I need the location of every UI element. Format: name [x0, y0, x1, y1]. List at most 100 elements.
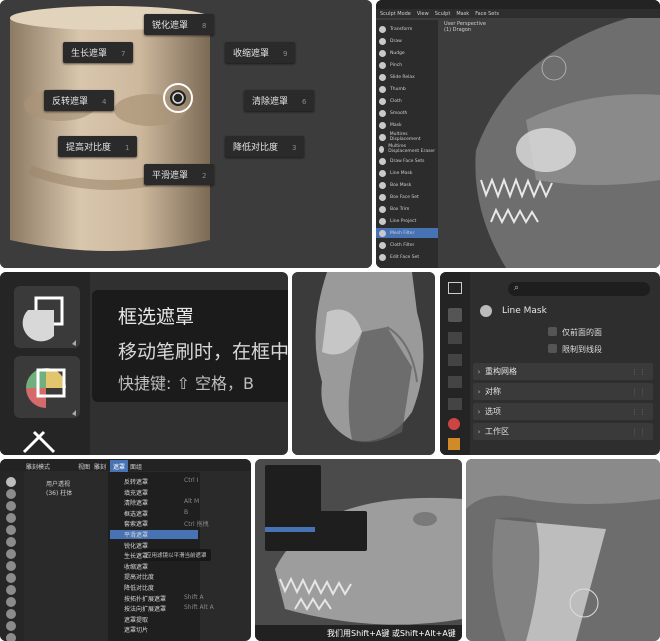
front-faces-only-checkbox[interactable] [548, 327, 557, 336]
mask-menu-item[interactable]: 遮罩提取 [124, 615, 198, 624]
tool-label: Edit Face Set [390, 254, 420, 260]
menu-mask[interactable]: Mask [456, 11, 469, 17]
tool-item[interactable]: Mesh Filter [376, 228, 438, 238]
world-tab-icon[interactable] [448, 418, 460, 430]
tool-item[interactable]: Edit Face Set [376, 252, 438, 262]
pie-item-smooth-mask[interactable]: 平滑遮罩 2 [144, 164, 215, 185]
mask-menu-item[interactable]: 清除遮罩 Alt M [124, 498, 199, 507]
pie-item-increase-contrast[interactable]: 提高对比度 1 [58, 136, 138, 157]
brush-icon[interactable] [6, 621, 16, 631]
mask-menu-item[interactable]: 遮罩切片 [124, 625, 198, 634]
pie-item-shrink-mask[interactable]: 收缩遮罩 9 [225, 42, 296, 63]
tool-item[interactable]: Slide Relax [376, 72, 438, 82]
brush-icon[interactable] [6, 585, 16, 595]
section-symmetry[interactable]: › 对称 ⋮⋮ [473, 383, 653, 400]
scene-tab-icon[interactable] [448, 398, 462, 410]
brush-icon[interactable] [6, 513, 16, 523]
tool-item[interactable]: Cloth [376, 96, 438, 106]
line-mask-icon [480, 305, 492, 317]
brush-icon[interactable] [6, 573, 16, 583]
editor-type-icon[interactable] [448, 282, 462, 294]
mask-menu-item[interactable]: 锐化遮罩 [124, 541, 198, 550]
mask-menu-item[interactable]: 提高对比度 [124, 572, 198, 581]
brush-icon [379, 85, 386, 93]
box-face-set-tool-button[interactable] [14, 356, 80, 418]
brush-icon[interactable] [6, 501, 16, 511]
brush-icon[interactable] [6, 489, 16, 499]
tool-item[interactable]: Box Mask [376, 180, 438, 190]
brush-icon[interactable] [6, 597, 16, 607]
mask-menu-item[interactable]: 套索遮罩 Ctrl 拖拽 [124, 519, 209, 528]
mask-menu-item[interactable]: 反转遮罩 Ctrl I [124, 477, 198, 486]
output-tab-icon[interactable] [448, 354, 462, 366]
section-workspace[interactable]: › 工作区 ⋮⋮ [473, 423, 653, 440]
pie-item-decrease-contrast[interactable]: 降低对比度 3 [225, 136, 305, 157]
mask-menu-item[interactable]: 按法向扩展遮罩 Shift Alt A [124, 604, 214, 613]
brush-icon[interactable] [6, 633, 16, 641]
masked-mesh-screenshot [292, 272, 435, 455]
tool-item[interactable]: Box Trim [376, 204, 438, 214]
mask-menu-item[interactable]: 框选遮罩 B [124, 509, 198, 518]
tool-item[interactable]: Nudge [376, 48, 438, 58]
tool-item[interactable]: Box Face Set [376, 192, 438, 202]
box-mask-tool-button[interactable] [14, 286, 80, 348]
mask-menu-item[interactable]: 收缩遮罩 [124, 562, 198, 571]
tool-item[interactable]: Draw [376, 36, 438, 46]
brush-icon[interactable] [6, 561, 16, 571]
box-trim-tool-button[interactable] [14, 424, 80, 455]
brush-icon[interactable] [6, 537, 16, 547]
tool-item[interactable]: Line Mask [376, 168, 438, 178]
tool-item[interactable]: Pinch [376, 60, 438, 70]
menu-face-sets[interactable]: 面组 [130, 462, 142, 471]
mask-menu-item[interactable]: 填充遮罩 [124, 488, 198, 497]
tool-item[interactable]: Line Project [376, 216, 438, 226]
menu-view[interactable]: 视图 [78, 462, 90, 471]
section-remesh[interactable]: › 重构网格 ⋮⋮ [473, 363, 653, 380]
pie-item-invert-mask[interactable]: 反转遮罩 4 [44, 90, 115, 111]
menu-view[interactable]: View [417, 11, 429, 17]
mask-menu-item[interactable]: 生长遮罩 [124, 551, 198, 560]
mode-dropdown[interactable]: 雕刻模式 [26, 462, 50, 471]
mask-menu-item[interactable]: 平滑遮罩 [110, 530, 198, 539]
render-tab-icon[interactable] [448, 332, 462, 344]
menu-sculpt[interactable]: 雕刻 [94, 462, 106, 471]
mode-dropdown[interactable]: Sculpt Mode [380, 11, 411, 17]
object-tab-icon[interactable] [448, 438, 460, 450]
highlighted-menu-item[interactable] [265, 527, 321, 532]
dragon-toolbar-screenshot: Sculpt Mode View Sculpt Mask Face Sets U… [376, 0, 660, 268]
brush-icon [379, 229, 386, 237]
tool-item[interactable]: Smooth [376, 108, 438, 118]
tool-item[interactable]: Thumb [376, 84, 438, 94]
tool-item[interactable]: Transform [376, 24, 438, 34]
box-mask-icon [22, 296, 76, 346]
chevron-right-icon: › [477, 407, 481, 416]
header-bar: 雕刻模式 视图 雕刻 遮罩 面组 [0, 459, 251, 473]
pie-item-sharpen-mask[interactable]: 锐化遮罩 8 [144, 14, 215, 35]
brush-icon[interactable] [6, 525, 16, 535]
brush-icon [379, 205, 386, 213]
tool-item[interactable]: Cloth Filter [376, 240, 438, 250]
tool-tab-icon[interactable] [448, 308, 462, 322]
menu-face-sets[interactable]: Face Sets [475, 11, 499, 17]
mask-menu-item[interactable]: 按拓扑扩展遮罩 Shift A [124, 594, 204, 603]
brush-icon[interactable] [6, 609, 16, 619]
tool-item[interactable]: Mask [376, 120, 438, 130]
brush-icon[interactable] [6, 477, 16, 487]
tool-item[interactable]: Draw Face Sets [376, 156, 438, 166]
brush-icon [379, 25, 386, 33]
view-layer-tab-icon[interactable] [448, 376, 462, 388]
brush-icon [379, 73, 386, 81]
pie-item-clear-mask[interactable]: 清除遮罩 6 [244, 90, 315, 111]
brush-icon[interactable] [6, 549, 16, 559]
pie-item-grow-mask[interactable]: 生长遮罩 7 [63, 42, 134, 63]
section-options[interactable]: › 选项 ⋮⋮ [473, 403, 653, 420]
brush-icon [379, 181, 386, 189]
front-faces-only-label: 仅前面的面 [562, 328, 602, 337]
limit-to-segment-checkbox[interactable] [548, 344, 557, 353]
tool-item[interactable]: Multires Displacement [376, 132, 438, 142]
tool-item[interactable]: Multires Displacement Eraser [376, 144, 438, 154]
tool-label: Thumb [390, 86, 406, 92]
properties-search-input[interactable]: ⌕ [508, 282, 650, 296]
menu-sculpt[interactable]: Sculpt [435, 11, 451, 17]
mask-menu-item[interactable]: 降低对比度 [124, 583, 198, 592]
